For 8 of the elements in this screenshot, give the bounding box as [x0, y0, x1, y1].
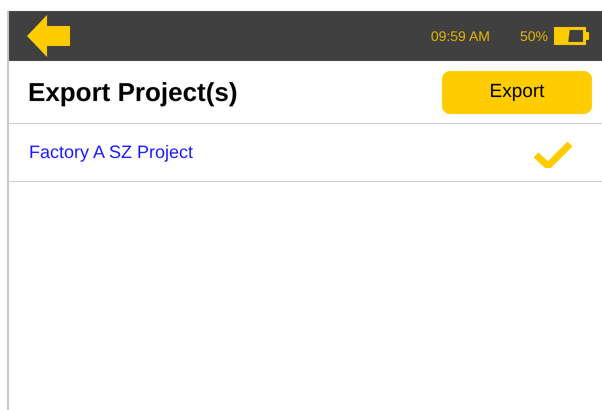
page-title: Export Project(s): [28, 76, 238, 108]
battery-percent: 50%: [520, 26, 548, 46]
battery-icon: [554, 27, 590, 45]
left-arrow-icon: [27, 15, 71, 57]
back-button[interactable]: [27, 15, 71, 57]
project-name: Factory A SZ Project: [29, 141, 194, 164]
clock-time: 09:59 AM: [430, 26, 490, 46]
export-button[interactable]: Export: [442, 70, 592, 114]
